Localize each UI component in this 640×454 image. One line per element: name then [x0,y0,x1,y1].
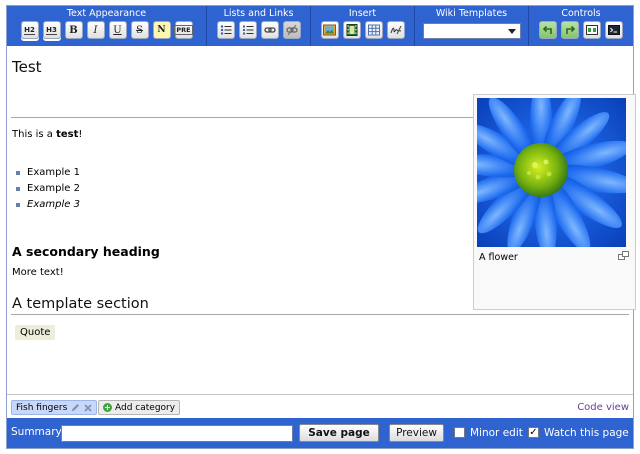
list-item-text: Example 3 [27,199,80,210]
intro-prefix: This is a [12,129,57,140]
heading2-button[interactable]: H2 [20,21,39,39]
toggle-view-button[interactable] [583,21,601,39]
editor-content[interactable]: Test This is a test! Example 1 Example 2… [7,46,636,394]
heading3-label: H3 [46,25,57,35]
list-item-text: Example 2 [27,183,80,194]
insert-table-button[interactable] [364,21,383,39]
code-view-link[interactable]: Code view [577,402,629,413]
source-mode-button[interactable] [605,21,623,39]
controls-title: Controls [561,8,601,19]
minor-edit-checkbox[interactable] [454,427,465,438]
underline-button[interactable]: U [108,21,127,39]
external-link-button[interactable] [282,21,301,39]
secondary-heading: A secondary heading [12,244,160,259]
controls-group: Controls [529,6,633,46]
category-label: Fish fingers [16,402,68,413]
insert-media-button[interactable] [342,21,361,39]
internal-link-button[interactable] [260,21,279,39]
numbered-list-icon [242,25,253,35]
list-item: Example 2 [16,182,80,198]
wiki-templates-group: Wiki Templates [415,6,529,46]
intro-bold: test [56,129,79,140]
edit-category-icon[interactable] [71,403,80,412]
enlarge-icon[interactable] [618,251,629,261]
minor-edit-label: Minor edit [470,427,523,439]
heading3-button[interactable]: H3 [42,21,61,39]
add-category-label: Add category [115,402,176,413]
list-item-text: Example 1 [27,167,80,178]
add-category-button[interactable]: + Add category [98,400,181,415]
intro-paragraph: This is a test! [12,129,82,140]
summary-bar: Summary: Save page Preview Minor edit ✓ … [7,418,633,448]
preformatted-button[interactable]: PRE [174,21,193,39]
preview-button[interactable]: Preview [389,424,444,442]
bullet-list-icon [220,25,231,35]
example-list: Example 1 Example 2 Example 3 [16,166,80,214]
table-icon [367,24,380,36]
image-caption: A flower [479,252,518,263]
chevron-down-icon [507,29,516,34]
list-item: Example 3 [16,198,80,214]
section-divider [11,314,629,315]
wiki-templates-title: Wiki Templates [435,8,508,19]
more-text-paragraph: More text! [12,267,64,278]
template-select[interactable] [422,23,521,39]
heading2-label: H2 [24,25,35,35]
flower-picture [477,98,626,247]
image-icon [323,24,336,36]
remove-category-icon[interactable] [84,403,92,412]
signature-icon [390,25,402,35]
nowiki-button[interactable]: N [152,21,171,39]
view-toggle-icon [586,25,598,35]
template-section-heading: A template section [12,296,149,312]
preformatted-label: PRE [174,25,193,35]
numbered-list-button[interactable] [238,21,257,39]
insert-title: Insert [348,8,377,19]
link-icon [263,27,276,33]
category-bar: Fish fingers + Add category Code view [7,394,633,418]
undo-icon [542,25,552,34]
insert-group: Insert [311,6,415,46]
terminal-icon [608,25,620,35]
plus-icon: + [103,403,112,412]
text-appearance-title: Text Appearance [66,8,147,19]
image-thumbnail[interactable]: A flower [473,94,636,310]
bullet-list-button[interactable] [216,21,235,39]
undo-button[interactable] [539,21,557,39]
film-icon [346,24,357,36]
watch-page-label: Watch this page [544,427,629,439]
quote-template-block[interactable]: Quote [15,325,56,340]
page-heading: Test [12,58,42,76]
strikethrough-button[interactable]: S [130,21,149,39]
save-page-button[interactable]: Save page [299,424,379,442]
lists-links-title: Lists and Links [223,8,294,19]
text-appearance-group: Text Appearance H2 H3 B I U S N PRE [7,6,207,46]
flower-image[interactable] [477,98,626,247]
intro-suffix: ! [78,129,83,140]
italic-button[interactable]: I [86,21,105,39]
redo-button[interactable] [561,21,579,39]
editor-frame: Text Appearance H2 H3 B I U S N PRE List… [6,5,636,449]
insert-image-button[interactable] [320,21,339,39]
watch-page-checkbox[interactable]: ✓ [528,427,539,438]
insert-signature-button[interactable] [386,21,405,39]
redo-icon [566,25,576,34]
category-tag[interactable]: Fish fingers [11,400,98,415]
summary-label: Summary: [11,426,65,438]
bullet-icon [16,187,20,191]
list-item: Example 1 [16,166,80,182]
bullet-icon [16,203,20,207]
summary-input[interactable] [61,425,293,442]
unlink-icon [285,24,298,36]
editor-toolbar: Text Appearance H2 H3 B I U S N PRE List… [7,6,633,46]
bullet-icon [16,171,20,175]
bold-button[interactable]: B [64,21,83,39]
lists-links-group: Lists and Links [207,6,311,46]
